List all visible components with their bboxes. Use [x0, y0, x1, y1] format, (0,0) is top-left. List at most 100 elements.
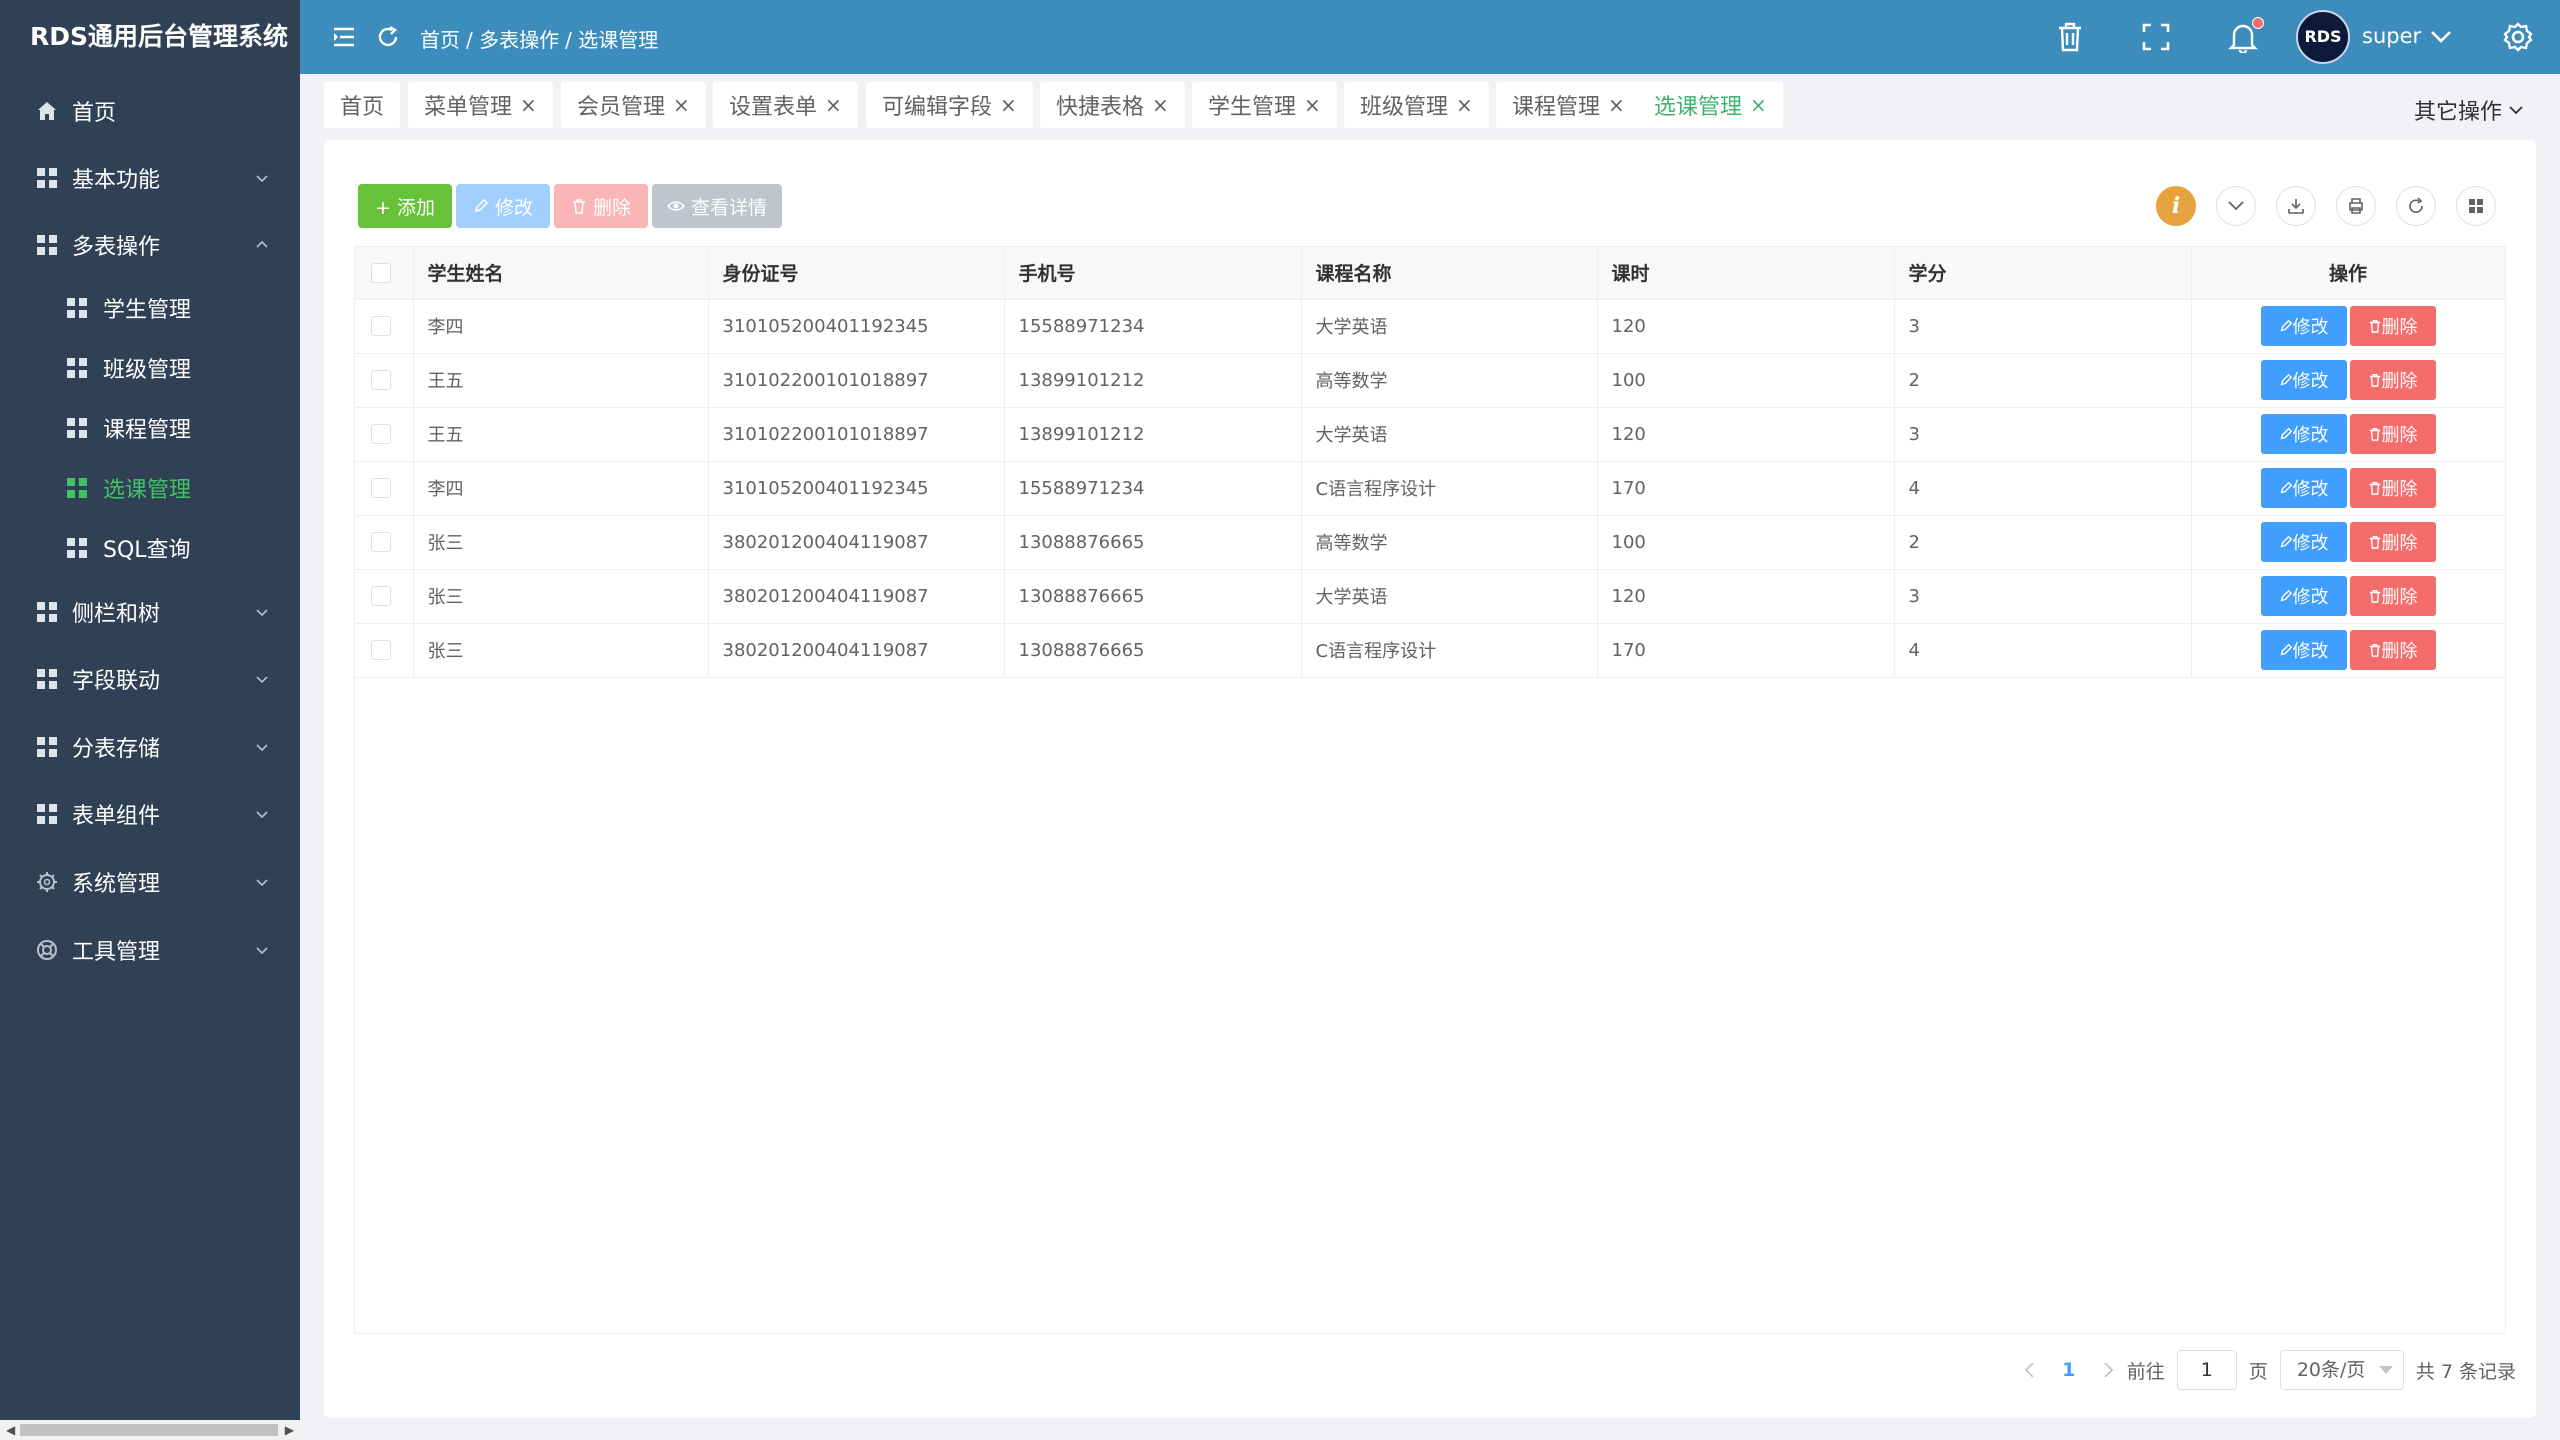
scroll-right-icon[interactable]: ▶ — [285, 1423, 294, 1437]
column-header[interactable]: 学分 — [1894, 247, 2192, 300]
row-delete-button[interactable]: 删除 — [2349, 522, 2436, 562]
delete-button[interactable]: 删除 — [554, 184, 648, 228]
select-all-checkbox[interactable] — [371, 262, 391, 283]
column-header[interactable]: 手机号 — [1004, 247, 1302, 300]
add-button[interactable]: + 添加 — [358, 184, 452, 228]
refresh-icon[interactable] — [376, 25, 400, 49]
tab-settings-form[interactable]: 设置表单 × — [713, 82, 858, 128]
scroll-left-icon[interactable]: ◀ — [6, 1423, 15, 1437]
row-checkbox[interactable] — [371, 370, 391, 390]
table-row[interactable]: 张三 380201200404119087 13088876665 大学英语 120 3 修… — [355, 569, 2506, 624]
column-header[interactable]: 课时 — [1597, 247, 1895, 300]
close-icon[interactable]: × — [1000, 93, 1017, 117]
trash-icon[interactable] — [2056, 22, 2084, 52]
close-icon[interactable]: × — [1750, 93, 1767, 117]
row-delete-button[interactable]: 删除 — [2349, 576, 2436, 616]
avatar[interactable]: RDS — [2296, 10, 2350, 64]
other-operations-dropdown[interactable]: 其它操作 — [2414, 94, 2524, 126]
row-delete-button[interactable]: 删除 — [2349, 468, 2436, 508]
close-icon[interactable]: × — [825, 93, 842, 117]
table-row[interactable]: 张三 380201200404119087 13088876665 高等数学 100 2 修… — [355, 515, 2506, 570]
menu-toggle-icon[interactable] — [332, 26, 356, 48]
row-delete-button[interactable]: 删除 — [2349, 414, 2436, 454]
column-settings-button[interactable] — [2456, 186, 2496, 226]
column-header[interactable]: 课程名称 — [1301, 247, 1598, 300]
column-header[interactable]: 身份证号 — [708, 247, 1005, 300]
tab-editable-fields[interactable]: 可编辑字段 × — [866, 82, 1033, 128]
sidebar-item-courses[interactable]: 课程管理 — [0, 398, 300, 458]
breadcrumb-item[interactable]: 首页 — [420, 24, 460, 53]
next-page-icon[interactable] — [2101, 1361, 2115, 1379]
row-edit-button[interactable]: 修改 — [2260, 360, 2347, 400]
notification-bell[interactable] — [2228, 17, 2264, 53]
prev-page-icon[interactable] — [2023, 1361, 2037, 1379]
table-row[interactable]: 李四 310105200401192345 15588971234 C语言程序设计 17… — [355, 461, 2506, 516]
row-checkbox[interactable] — [371, 640, 391, 660]
close-icon[interactable]: × — [1608, 93, 1625, 117]
sidebar-item-home[interactable]: 首页 — [0, 81, 300, 141]
sidebar-item-multitable[interactable]: 多表操作 — [0, 215, 300, 275]
sidebar-item-field-linkage[interactable]: 字段联动 — [0, 649, 300, 709]
goto-page-input[interactable]: 1 — [2176, 1350, 2237, 1390]
sidebar-item-sidebar-tree[interactable]: 侧栏和树 — [0, 582, 300, 642]
table-row[interactable]: 李四 310105200401192345 15588971234 大学英语 120 3 修… — [355, 299, 2506, 354]
tab-course-management[interactable]: 课程管理 × — [1496, 82, 1641, 128]
close-icon[interactable]: × — [673, 93, 690, 117]
table-row[interactable]: 张三 380201200404119087 13088876665 C语言程序设计 17… — [355, 623, 2506, 678]
row-delete-button[interactable]: 删除 — [2349, 360, 2436, 400]
row-checkbox[interactable] — [371, 586, 391, 606]
page-vertical-scrollbar[interactable] — [2546, 74, 2560, 1440]
breadcrumb-item[interactable]: / 多表操作 — [466, 24, 559, 53]
sidebar-horizontal-scrollbar[interactable]: ◀ ▶ — [0, 1420, 300, 1440]
row-edit-button[interactable]: 修改 — [2260, 630, 2347, 670]
table-row[interactable]: 王五 310102200101018897 13899101212 高等数学 100 2 修… — [355, 353, 2506, 408]
export-button[interactable] — [2276, 186, 2316, 226]
page-number-current[interactable]: 1 — [2049, 1359, 2089, 1381]
info-button[interactable]: i — [2156, 186, 2196, 226]
row-checkbox[interactable] — [371, 478, 391, 498]
refresh-table-button[interactable] — [2396, 186, 2436, 226]
view-details-button[interactable]: 查看详情 — [652, 184, 782, 228]
edit-button[interactable]: 修改 — [456, 184, 550, 228]
row-checkbox[interactable] — [371, 532, 391, 552]
chevron-down-icon[interactable] — [2430, 30, 2452, 44]
user-name[interactable]: super — [2362, 24, 2421, 48]
row-checkbox[interactable] — [371, 316, 391, 336]
close-icon[interactable]: × — [1152, 93, 1169, 117]
sidebar-item-students[interactable]: 学生管理 — [0, 278, 300, 338]
settings-gear-icon[interactable] — [2502, 21, 2534, 53]
tab-quick-table[interactable]: 快捷表格 × — [1040, 82, 1185, 128]
sidebar-item-system-management[interactable]: 系统管理 — [0, 852, 300, 912]
close-icon[interactable]: × — [1456, 93, 1473, 117]
sidebar-item-classes[interactable]: 班级管理 — [0, 338, 300, 398]
table-row[interactable]: 王五 310102200101018897 13899101212 大学英语 120 3 修… — [355, 407, 2506, 462]
tab-class-management[interactable]: 班级管理 × — [1344, 82, 1489, 128]
row-edit-button[interactable]: 修改 — [2260, 468, 2347, 508]
collapse-toggle-button[interactable] — [2216, 186, 2256, 226]
sidebar-item-sharded-storage[interactable]: 分表存储 — [0, 717, 300, 777]
tab-menu-management[interactable]: 菜单管理 × — [408, 82, 553, 128]
close-icon[interactable]: × — [520, 93, 537, 117]
sidebar-item-basic[interactable]: 基本功能 — [0, 148, 300, 208]
row-delete-button[interactable]: 删除 — [2349, 306, 2436, 346]
page-size-select[interactable]: 20条/页 — [2279, 1350, 2404, 1390]
row-edit-button[interactable]: 修改 — [2260, 414, 2347, 454]
sidebar-item-sql-query[interactable]: SQL查询 — [0, 518, 300, 578]
close-icon[interactable]: × — [1304, 93, 1321, 117]
row-edit-button[interactable]: 修改 — [2260, 522, 2347, 562]
print-button[interactable] — [2336, 186, 2376, 226]
sidebar-item-tool-management[interactable]: 工具管理 — [0, 920, 300, 980]
tab-course-selection[interactable]: 选课管理 × — [1638, 82, 1783, 128]
column-header[interactable]: 学生姓名 — [413, 247, 709, 300]
sidebar-item-form-components[interactable]: 表单组件 — [0, 784, 300, 844]
tab-student-management[interactable]: 学生管理 × — [1192, 82, 1337, 128]
row-delete-button[interactable]: 删除 — [2349, 630, 2436, 670]
tab-home[interactable]: 首页 — [324, 82, 401, 128]
tab-member-management[interactable]: 会员管理 × — [561, 82, 706, 128]
sidebar-item-course-selection[interactable]: 选课管理 — [0, 458, 300, 518]
row-edit-button[interactable]: 修改 — [2260, 306, 2347, 346]
scrollbar-thumb[interactable] — [20, 1424, 278, 1436]
row-checkbox[interactable] — [371, 424, 391, 444]
row-edit-button[interactable]: 修改 — [2260, 576, 2347, 616]
fullscreen-icon[interactable] — [2142, 23, 2170, 51]
